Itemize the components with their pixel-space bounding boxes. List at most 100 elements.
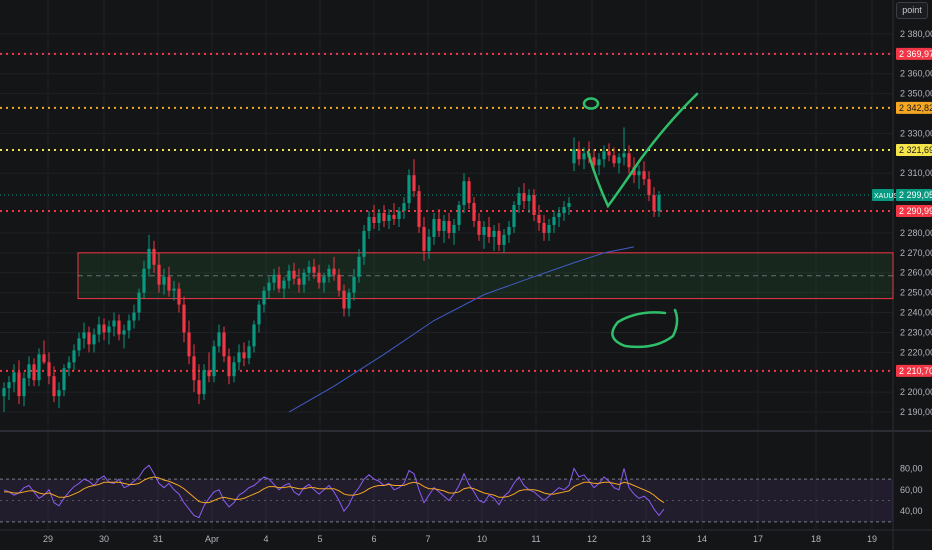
candle-body-102: [512, 205, 516, 227]
candle-body-15: [77, 338, 81, 351]
candle-body-67: [337, 274, 341, 291]
level-price-label-4: 2 210,70: [899, 366, 932, 376]
candle-body-23: [117, 320, 121, 335]
rsi-tick-label-1: 60,00: [900, 485, 923, 495]
candle-body-56: [282, 280, 286, 289]
candle-body-115: [577, 149, 581, 160]
support-zone: [77, 252, 894, 300]
candle-body-1: [7, 382, 11, 389]
price-tick-label-3: 2 350,00: [900, 89, 932, 99]
time-tick-label-11: 13: [641, 534, 651, 544]
candle-body-30: [152, 248, 156, 265]
time-tick-label-6: 6: [371, 534, 376, 544]
candle-body-119: [597, 159, 601, 166]
candle-body-4: [22, 378, 26, 397]
candle-body-98: [492, 230, 496, 237]
candle-body-105: [527, 195, 531, 202]
candle-body-73: [367, 217, 371, 231]
candle-body-2: [12, 372, 16, 383]
candle-body-123: [617, 157, 621, 164]
candle-body-21: [107, 326, 111, 333]
price-tick-label-9: 2 250,00: [900, 288, 932, 298]
candle-body-40: [202, 370, 206, 395]
price-tick-label-10: 2 240,00: [900, 308, 932, 318]
candle-body-128: [642, 171, 646, 180]
candle-body-74: [372, 217, 376, 223]
time-tick-label-15: 19: [867, 534, 877, 544]
candle-body-116: [582, 153, 586, 160]
candle-body-45: [227, 356, 231, 377]
price-tick-label-4: 2 330,00: [900, 128, 932, 138]
price-tick-label-14: 2 190,00: [900, 407, 932, 417]
candle-body-25: [127, 320, 131, 331]
candle-body-97: [487, 226, 491, 237]
candle-body-87: [437, 218, 441, 231]
candle-body-44: [222, 332, 226, 357]
candle-body-86: [432, 218, 436, 237]
candle-body-26: [132, 312, 136, 321]
candle-body-52: [262, 290, 266, 305]
candle-body-109: [547, 224, 551, 233]
candle-body-80: [402, 203, 406, 212]
candle-body-46: [232, 362, 236, 377]
candle-body-32: [162, 276, 166, 285]
candle-body-131: [657, 195, 661, 212]
candle-body-103: [517, 193, 521, 206]
candle-body-49: [247, 346, 251, 359]
candle-body-83: [417, 191, 421, 227]
candle-body-61: [307, 266, 311, 273]
candle-body-104: [522, 193, 526, 202]
candle-body-65: [327, 268, 331, 277]
candle-body-76: [382, 213, 386, 221]
candle-body-78: [392, 215, 396, 219]
candle-body-38: [192, 356, 196, 381]
candle-body-120: [602, 151, 606, 160]
time-tick-label-14: 18: [811, 534, 821, 544]
candle-body-63: [317, 272, 321, 283]
price-tick-label-5: 2 310,00: [900, 168, 932, 178]
candle-body-75: [377, 213, 381, 223]
candle-body-72: [362, 230, 366, 257]
current-price-label: 2 299,05: [899, 190, 932, 200]
candle-body-6: [32, 364, 36, 381]
time-tick-label-0: 29: [43, 534, 53, 544]
price-tick-label-6: 2 280,00: [900, 228, 932, 238]
candle-body-112: [562, 207, 566, 214]
candle-body-9: [47, 362, 51, 377]
candle-body-99: [497, 230, 501, 245]
level-price-label-3: 2 290,99: [899, 206, 932, 216]
time-tick-label-12: 14: [697, 534, 707, 544]
candle-body-39: [197, 380, 201, 395]
candle-body-57: [287, 270, 291, 281]
candle-body-71: [357, 256, 361, 277]
candle-body-42: [212, 346, 216, 377]
candle-body-125: [627, 153, 631, 168]
candle-body-16: [82, 332, 86, 339]
candle-body-94: [472, 203, 476, 221]
candle-body-59: [297, 278, 301, 285]
candle-body-43: [217, 332, 221, 347]
candle-body-93: [467, 181, 471, 204]
candle-body-96: [482, 226, 486, 235]
candle-body-69: [347, 292, 351, 309]
candle-body-14: [72, 350, 76, 363]
candle-body-50: [252, 324, 256, 347]
candle-body-36: [182, 304, 186, 333]
price-scale-mode-button[interactable]: point: [896, 2, 928, 19]
candle-body-17: [87, 332, 91, 345]
candle-body-19: [97, 324, 101, 335]
candle-body-11: [57, 390, 61, 397]
candle-body-53: [267, 282, 271, 291]
candle-body-85: [427, 236, 431, 251]
candle-body-37: [187, 332, 191, 357]
price-chart[interactable]: 2 380,002 370,002 360,002 350,002 330,00…: [0, 0, 932, 550]
candle-body-111: [557, 213, 561, 217]
candle-body-13: [67, 362, 71, 369]
time-tick-label-2: 31: [153, 534, 163, 544]
candle-body-122: [612, 155, 616, 164]
candle-body-0: [2, 388, 6, 397]
time-tick-label-10: 12: [587, 534, 597, 544]
candle-body-24: [122, 330, 126, 335]
candle-body-114: [572, 149, 576, 164]
candle-body-110: [552, 217, 556, 225]
